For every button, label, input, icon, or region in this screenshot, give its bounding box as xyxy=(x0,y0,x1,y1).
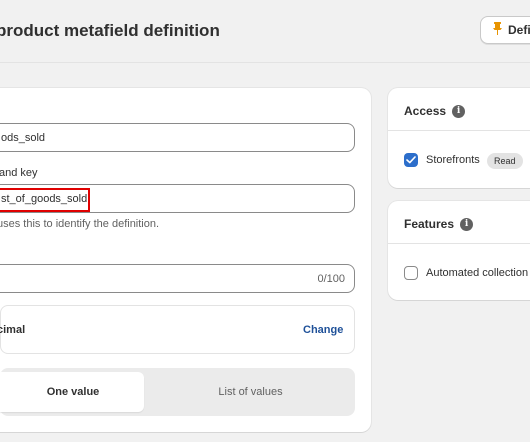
namespace-key-help-text: uses this to identify the definition. xyxy=(0,218,160,230)
storefronts-label: Storefronts xyxy=(426,154,480,166)
pin-button-label: Defi xyxy=(508,23,530,37)
access-divider xyxy=(388,130,530,131)
access-title-text: Access xyxy=(404,104,447,118)
features-card xyxy=(388,201,530,300)
name-input[interactable]: ods_sold xyxy=(0,123,355,152)
access-title: Access i xyxy=(404,104,466,118)
description-char-counter: 0/100 xyxy=(317,272,345,285)
read-badge: Read xyxy=(487,153,523,169)
features-divider xyxy=(388,243,530,244)
features-title: Features i xyxy=(404,217,474,231)
info-icon[interactable]: i xyxy=(460,217,474,231)
page-title: product metafield definition xyxy=(0,21,220,40)
pin-icon xyxy=(493,22,502,38)
list-of-values-label: List of values xyxy=(218,386,283,398)
info-icon[interactable]: i xyxy=(452,104,466,118)
storefronts-checkbox[interactable] xyxy=(404,153,418,167)
header-divider xyxy=(0,62,530,63)
type-selector-box xyxy=(0,305,355,354)
list-of-values-option[interactable]: List of values xyxy=(146,372,355,412)
type-name: cimal xyxy=(0,324,26,336)
one-value-label: One value xyxy=(46,386,100,398)
access-card xyxy=(388,88,530,188)
name-input-value: ods_sold xyxy=(1,131,46,144)
automated-collections-checkbox[interactable] xyxy=(404,266,418,280)
description-input[interactable]: 0/100 xyxy=(0,264,355,293)
key-highlight-box xyxy=(0,188,90,212)
checkmark-icon xyxy=(406,156,416,164)
pin-definition-button[interactable]: Defi xyxy=(480,16,530,44)
one-value-option[interactable]: One value xyxy=(0,372,144,412)
automated-collections-label: Automated collection xyxy=(426,267,529,279)
change-type-link[interactable]: Change xyxy=(303,324,343,336)
namespace-key-label: and key xyxy=(0,167,38,179)
features-title-text: Features xyxy=(404,217,455,231)
